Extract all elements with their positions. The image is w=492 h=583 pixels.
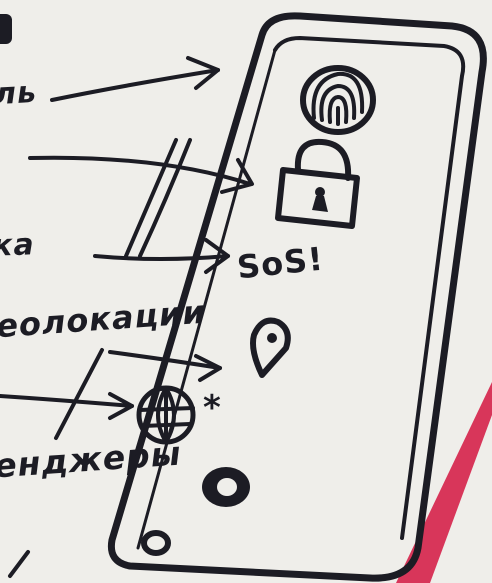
sketch-drawing xyxy=(0,12,492,583)
star-icon: * xyxy=(203,388,222,428)
corner-mark xyxy=(0,14,12,44)
fingerprint-icon xyxy=(300,65,376,135)
arrow-to-globe xyxy=(0,394,134,408)
label-item-2: ка xyxy=(0,227,36,264)
arrow-to-sos xyxy=(93,254,230,261)
sketch-canvas: ль ка еолокации енджеры SoS! * xyxy=(0,0,492,583)
label-item-1: ль xyxy=(0,74,38,113)
arrow-to-fingerprint xyxy=(50,68,220,102)
location-pin-icon xyxy=(250,317,291,378)
padlock-icon xyxy=(275,138,360,229)
home-button-icon xyxy=(202,467,250,507)
small-ring-icon xyxy=(141,530,171,556)
